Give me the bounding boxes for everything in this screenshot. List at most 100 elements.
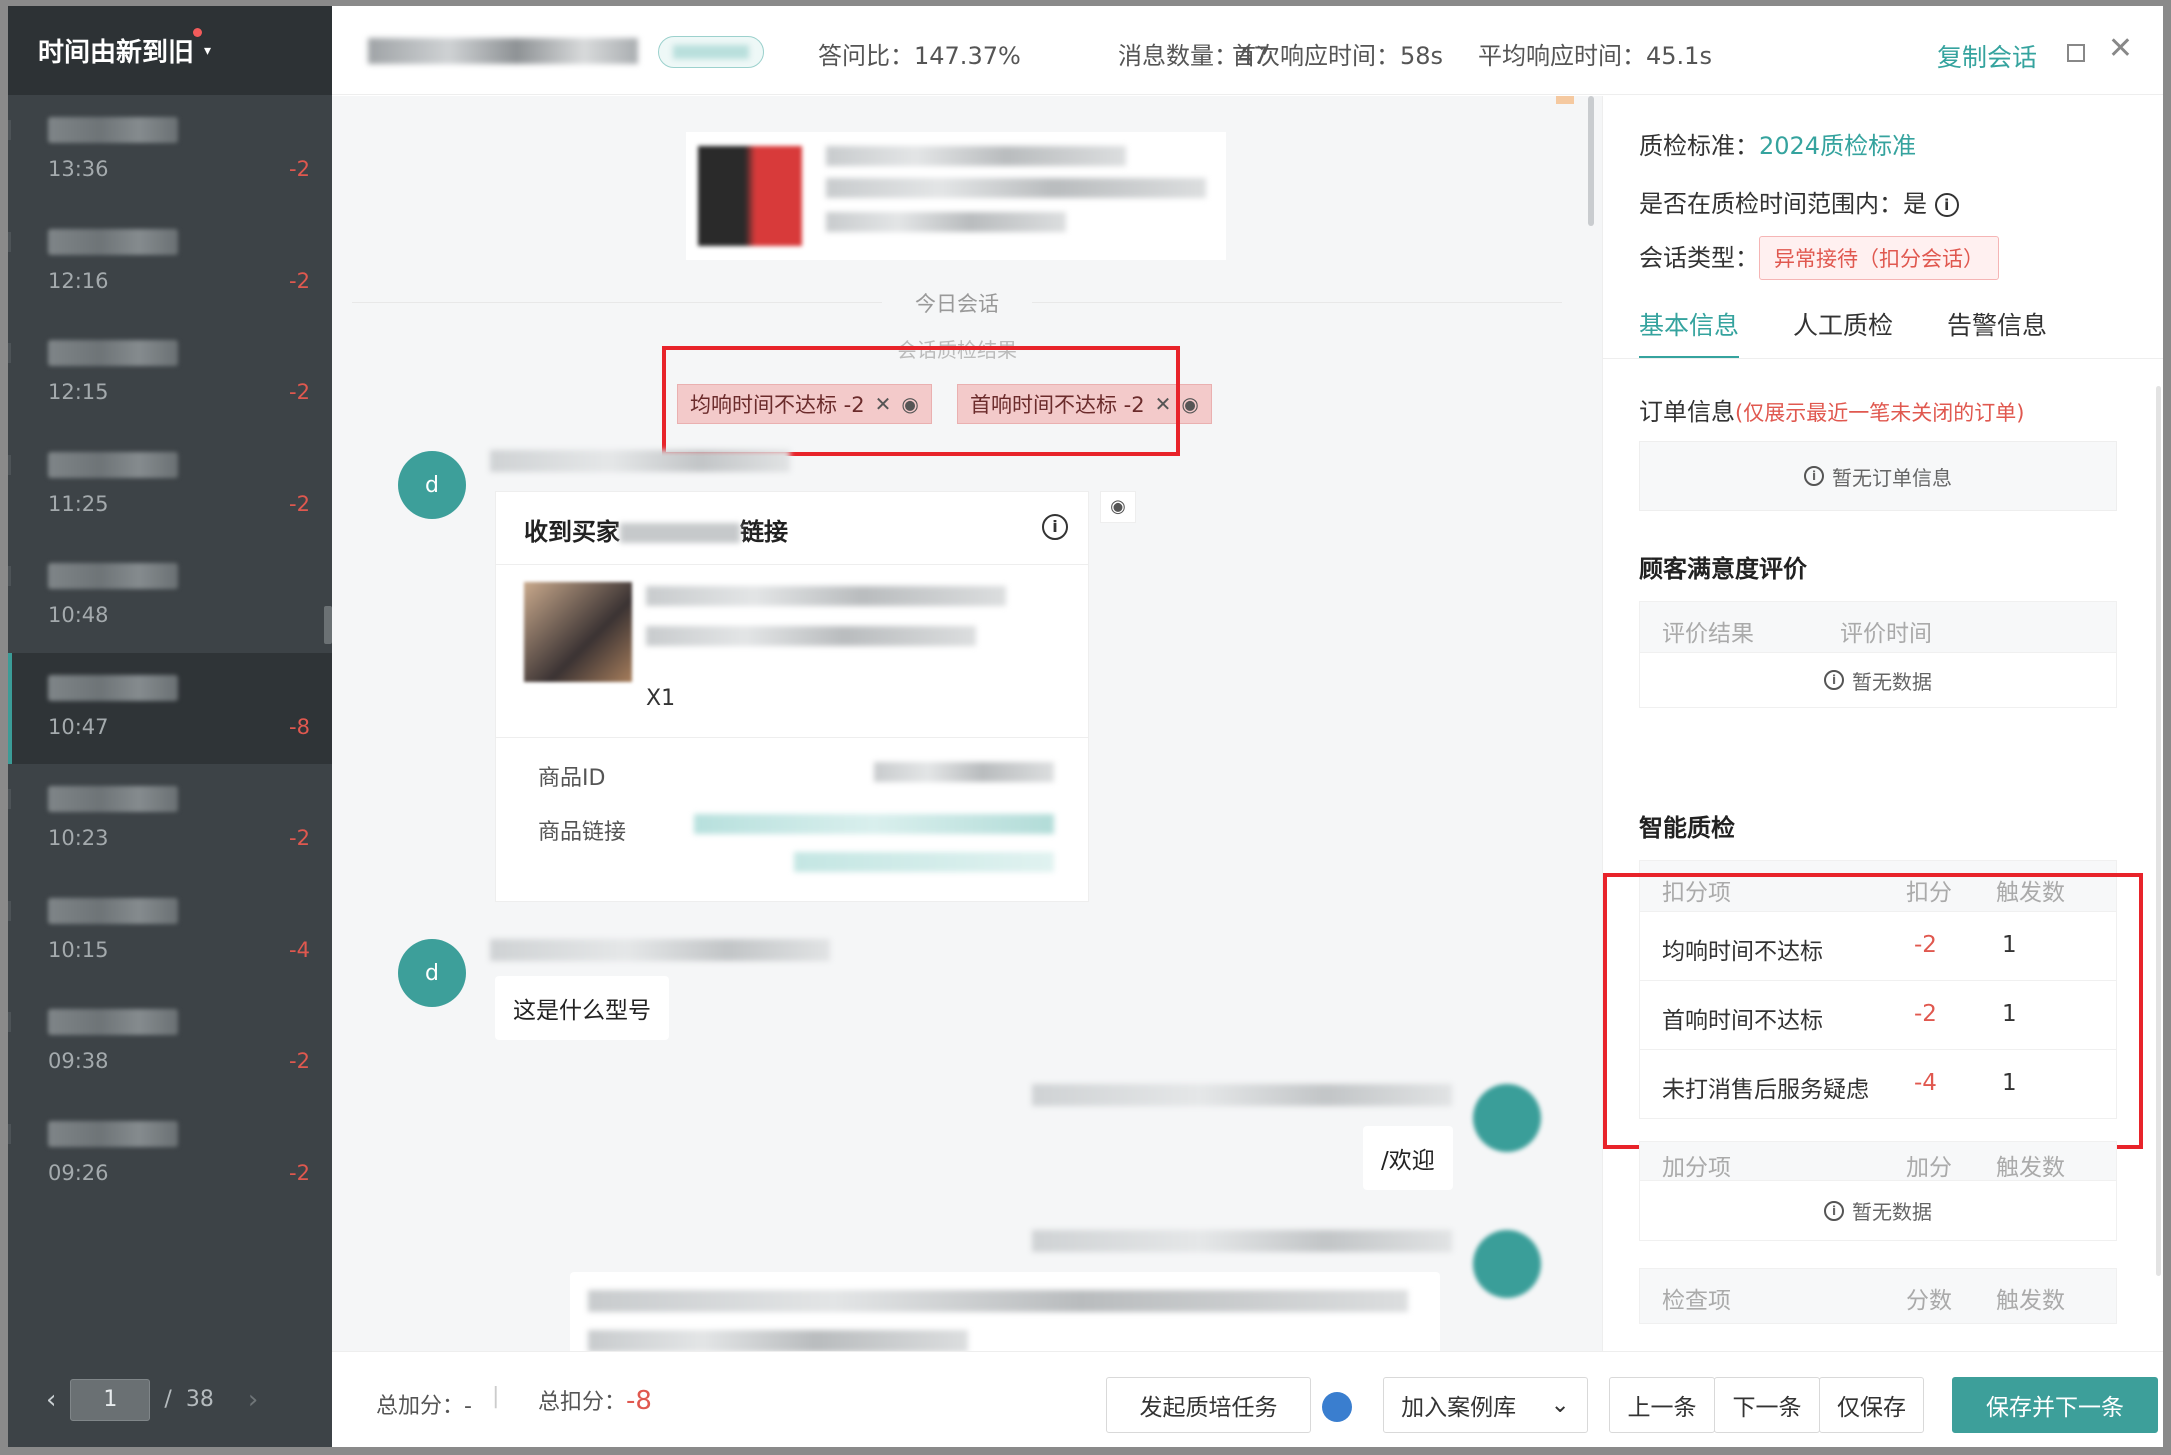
tab-alerts[interactable]: 告警信息 <box>1947 306 2047 359</box>
customer-name-blurred <box>48 1009 178 1035</box>
highlight-frame <box>1603 873 2143 1149</box>
conversation-item[interactable]: 11:25 -2 <box>8 430 332 542</box>
goods-qty: X1 <box>646 686 676 711</box>
conversation-item[interactable]: 13:36 -2 <box>8 95 332 207</box>
qc-standard-link[interactable]: 2024质检标准 <box>1759 132 1916 160</box>
metric-answer-ratio: 答问比：147.37% <box>818 42 1021 70</box>
conversation-score: -2 <box>289 380 310 404</box>
conversation-item[interactable]: 09:26 -2 <box>8 1099 332 1211</box>
close-icon[interactable]: ✕ <box>2108 34 2133 64</box>
page-total: 38 <box>185 1387 214 1412</box>
caret-down-icon: ▾ <box>204 42 212 59</box>
add-table-header: 加分项 加分 触发数 <box>1639 1141 2117 1181</box>
conversation-header: 答问比：147.37% 消息数量：47 首次响应时间：58s 平均响应时间：45… <box>332 6 2163 95</box>
satisfaction-table-header: 评价结果 评价时间 <box>1639 601 2117 653</box>
customer-name-blurred <box>48 228 178 255</box>
goods-card[interactable]: 收到买家 链接 i X1 商品ID 商品链接 <box>495 491 1089 902</box>
conversation-time: 11:25 <box>48 491 109 516</box>
conversation-list: 13:36 -2 12:16 -2 12:15 -2 11:25 -2 10:48 10:47 -8… <box>8 95 332 1210</box>
eye-icon[interactable]: ◉ <box>1100 491 1136 523</box>
assistant-icon[interactable] <box>1322 1392 1352 1422</box>
message-meta-blurred <box>1032 1230 1452 1252</box>
add-empty: i 暂无数据 <box>1639 1181 2117 1241</box>
customer-name-blurred <box>48 563 178 589</box>
conversation-item[interactable]: 10:47 -8 <box>8 652 332 764</box>
smart-qc-title: 智能质检 <box>1639 814 1735 842</box>
conversation-time: 10:47 <box>48 714 109 739</box>
customer-avatar: d <box>398 451 466 519</box>
detail-tabs: 基本信息 人工质检 告警信息 <box>1639 306 2047 359</box>
total-add: 总加分：- <box>376 1394 472 1419</box>
maximize-icon[interactable] <box>2067 44 2085 62</box>
conversation-score: -2 <box>289 1049 310 1073</box>
customer-name-blurred <box>48 897 178 924</box>
chevron-down-icon: ⌄ <box>1550 1392 1570 1418</box>
agent-avatar <box>1473 1084 1541 1152</box>
page-separator: / <box>164 1387 172 1412</box>
conversation-score: -2 <box>289 157 310 181</box>
eye-icon[interactable]: ◉ <box>1181 392 1198 416</box>
satisfaction-empty: i 暂无数据 <box>1639 653 2117 708</box>
prev-button[interactable]: 上一条 <box>1609 1377 1715 1433</box>
conversation-time: 10:23 <box>48 826 109 850</box>
chat-scrollbar[interactable] <box>1588 96 1594 226</box>
customer-message: 这是什么型号 <box>495 976 669 1040</box>
pager: ‹ 1 / 38 › <box>8 1352 332 1447</box>
goods-card-title: 收到买家 链接 <box>524 518 788 546</box>
panel-scrollbar[interactable] <box>2156 386 2161 1276</box>
conversation-item[interactable]: 10:15 -4 <box>8 876 332 988</box>
conversation-score: -2 <box>289 491 310 516</box>
add-to-case-dropdown[interactable]: 加入案例库 ⌄ <box>1383 1377 1588 1433</box>
message-meta-blurred <box>490 450 790 472</box>
customer-name-blurred <box>48 451 178 478</box>
conversation-time: 09:38 <box>48 1049 109 1073</box>
copy-conversation-button[interactable]: 复制会话 <box>1937 38 2037 74</box>
info-icon[interactable]: i <box>1042 514 1068 540</box>
start-training-button[interactable]: 发起质培任务 <box>1106 1377 1311 1433</box>
conversation-time: 10:48 <box>48 603 109 627</box>
list-scrollbar[interactable] <box>324 606 332 644</box>
prev-page-icon[interactable]: ‹ <box>46 1385 56 1415</box>
info-icon: i <box>1824 1200 1844 1221</box>
info-icon: i <box>1804 466 1824 486</box>
save-only-button[interactable]: 仅保存 <box>1819 1377 1924 1433</box>
chat-area[interactable]: 今日会话 会话质检结果 均响时间不达标 -2 ✕ ◉ 首响时间不达标 -2 ✕ ◉ d … <box>332 96 1602 1351</box>
action-bar: 总加分：- | 总扣分：-8 发起质培任务 加入案例库 ⌄ 上一条 下一条 仅保存… <box>332 1351 2163 1447</box>
message-meta-blurred <box>1032 1084 1452 1106</box>
metric-first-response: 首次响应时间：58s <box>1232 42 1444 70</box>
conversation-time: 10:15 <box>48 937 109 962</box>
notification-dot <box>193 28 203 37</box>
sort-dropdown[interactable]: 时间由新到旧 ▾ <box>8 6 332 95</box>
save-and-next-button[interactable]: 保存并下一条 <box>1952 1377 2158 1433</box>
today-divider: 今日会话 <box>332 288 1582 318</box>
abnormal-tag: 异常接待（扣分会话） <box>1759 236 1999 280</box>
conversation-item[interactable]: 10:23 -2 <box>8 764 332 876</box>
conversation-item[interactable]: 09:38 -2 <box>8 987 332 1099</box>
info-icon[interactable]: i <box>1934 193 1959 217</box>
tab-basic-info[interactable]: 基本信息 <box>1639 306 1740 359</box>
conversation-item[interactable]: 12:15 -2 <box>8 318 332 430</box>
order-empty: i 暂无订单信息 <box>1639 441 2117 511</box>
highlight-frame <box>662 346 1180 456</box>
total-deduct: 总扣分：-8 <box>538 1386 652 1416</box>
customer-name-blurred <box>48 340 178 366</box>
qc-window: 时间由新到旧 ▾ 13:36 -2 12:16 -2 12:15 -2 11:25 -2 10:… <box>8 6 2163 1447</box>
conversation-score: -4 <box>289 937 310 962</box>
page-input[interactable]: 1 <box>70 1378 151 1421</box>
conversation-type: 会话类型： 异常接待（扣分会话） <box>1639 236 1999 280</box>
scroll-marker <box>1556 96 1574 104</box>
qc-standard: 质检标准：2024质检标准 <box>1639 132 1917 160</box>
conversation-score: -2 <box>289 268 310 293</box>
customer-name-blurred <box>48 786 178 812</box>
product-card-blurred[interactable] <box>686 132 1226 260</box>
tab-manual-qc[interactable]: 人工质检 <box>1793 306 1893 359</box>
conversation-time: 09:26 <box>48 1160 109 1185</box>
conversation-item[interactable]: 12:16 -2 <box>8 207 332 319</box>
conversation-time: 12:16 <box>48 268 109 293</box>
next-button[interactable]: 下一条 <box>1714 1377 1820 1433</box>
qc-detail-panel: 质检标准：2024质检标准 是否在质检时间范围内：是 i 会话类型： 异常接待（扣… <box>1602 96 2163 1351</box>
conversation-item[interactable]: 10:48 <box>8 541 332 653</box>
message-meta-blurred <box>490 939 830 961</box>
next-page-icon[interactable]: › <box>248 1385 258 1415</box>
agent-message: /欢迎 <box>1363 1126 1453 1190</box>
